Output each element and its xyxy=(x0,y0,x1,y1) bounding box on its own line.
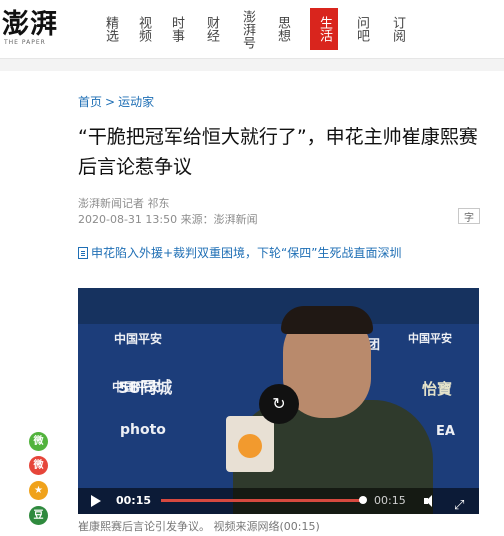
microphone-sign xyxy=(226,416,274,472)
nav-item-dingyue[interactable]: 订阅 xyxy=(383,8,411,50)
fullscreen-button[interactable]: ⤢ xyxy=(454,494,468,513)
related-article-text: 申花陷入外援+裁判双重困境，下轮“保四”生死战直面深圳 xyxy=(91,246,402,260)
header-divider xyxy=(0,59,504,71)
replay-icon: ↻ xyxy=(272,394,286,413)
article-title: “干脆把冠军给恒大就行了”，申花主帅崔康熙赛后言论惹争议 xyxy=(78,126,478,178)
nav-item-shipin[interactable]: 视频 xyxy=(129,8,157,50)
share-wechat-button[interactable]: 微 xyxy=(29,432,48,451)
breadcrumb-section-link[interactable]: 运动家 xyxy=(118,95,154,109)
wechat-icon: 微 xyxy=(33,435,44,447)
article-author: 澎湃新闻记者 祁东 xyxy=(78,197,170,210)
share-qzone-button[interactable]: ★ xyxy=(29,481,48,500)
qzone-star-icon: ★ xyxy=(34,484,43,496)
video-caption: 崔康熙赛后言论引发争议。 视频来源网络(00:15) xyxy=(78,520,320,533)
nav-item-label: 生活 xyxy=(317,16,332,42)
nav-item-label: 思想 xyxy=(275,16,290,42)
video-controls: 00:15 00:15 ⤢ xyxy=(78,488,479,514)
backdrop-sponsor-text-6: EA xyxy=(436,424,455,439)
nav-item-pengpaihao[interactable]: 澎湃号 xyxy=(233,8,261,50)
replay-button[interactable]: ↻ xyxy=(259,384,299,424)
nav-item-shenghuo[interactable]: 生活 xyxy=(310,8,338,50)
breadcrumb-separator: > xyxy=(105,95,116,109)
fullscreen-icon: ⤢ xyxy=(454,498,465,513)
site-header: 澎湃 THE PAPER 精选 视频 时事 财经 澎湃号 思想 生活 问吧 订阅 xyxy=(0,0,504,59)
video-player[interactable]: 中国平安 中国平安 中国平安 58同城 汽车集团 怡寶 photo EA ↻ 0… xyxy=(78,288,479,514)
weibo-icon: 微 xyxy=(33,459,44,471)
nav-item-label: 订阅 xyxy=(390,16,405,42)
duration: 00:15 xyxy=(374,494,406,507)
document-icon xyxy=(78,246,88,259)
breadcrumb-home-link[interactable]: 首页 xyxy=(78,95,102,109)
nav-item-sixiang[interactable]: 思想 xyxy=(268,8,296,50)
breadcrumb: 首页 > 运动家 xyxy=(78,93,154,110)
play-icon[interactable] xyxy=(88,493,104,509)
nav-item-label: 澎湃号 xyxy=(240,9,255,49)
logo-text: 澎湃 xyxy=(2,9,58,40)
nav-item-label: 时事 xyxy=(169,16,184,42)
backdrop-sponsor-text-5: photo xyxy=(120,422,166,438)
backdrop-sponsor-text-2: 58同城 xyxy=(118,378,173,397)
volume-icon[interactable] xyxy=(424,494,438,508)
article-date-source: 2020-08-31 13:50 来源：澎湃新闻 xyxy=(78,213,258,226)
share-douban-button[interactable]: 豆 xyxy=(29,506,48,525)
nav-item-label: 问吧 xyxy=(354,16,369,42)
nav-item-label: 视频 xyxy=(136,16,151,42)
nav-item-wenba[interactable]: 问吧 xyxy=(347,8,375,50)
nav-item-shishi[interactable]: 时事 xyxy=(162,8,190,50)
font-size-button[interactable]: 字 xyxy=(458,208,480,224)
share-weibo-button[interactable]: 微 xyxy=(29,456,48,475)
article-meta: 澎湃新闻记者 祁东 2020-08-31 13:50 来源：澎湃新闻 xyxy=(78,196,258,228)
progress-bar[interactable] xyxy=(161,499,362,502)
nav-item-jingxuan[interactable]: 精选 xyxy=(96,8,124,50)
nav-item-caijing[interactable]: 财经 xyxy=(197,8,225,50)
progress-knob[interactable] xyxy=(359,496,367,504)
logo-subtitle: THE PAPER xyxy=(4,39,46,46)
douban-icon: 豆 xyxy=(33,509,44,521)
nav-item-label: 精选 xyxy=(103,16,118,42)
current-time: 00:15 xyxy=(116,494,152,507)
site-logo[interactable]: 澎湃 THE PAPER xyxy=(0,8,70,50)
nav-item-label: 财经 xyxy=(204,16,219,42)
related-article-link[interactable]: 申花陷入外援+裁判双重困境，下轮“保四”生死战直面深圳 xyxy=(78,244,402,261)
speaker-hair xyxy=(281,306,373,334)
backdrop-sponsor-text: 中国平安 xyxy=(114,332,163,346)
